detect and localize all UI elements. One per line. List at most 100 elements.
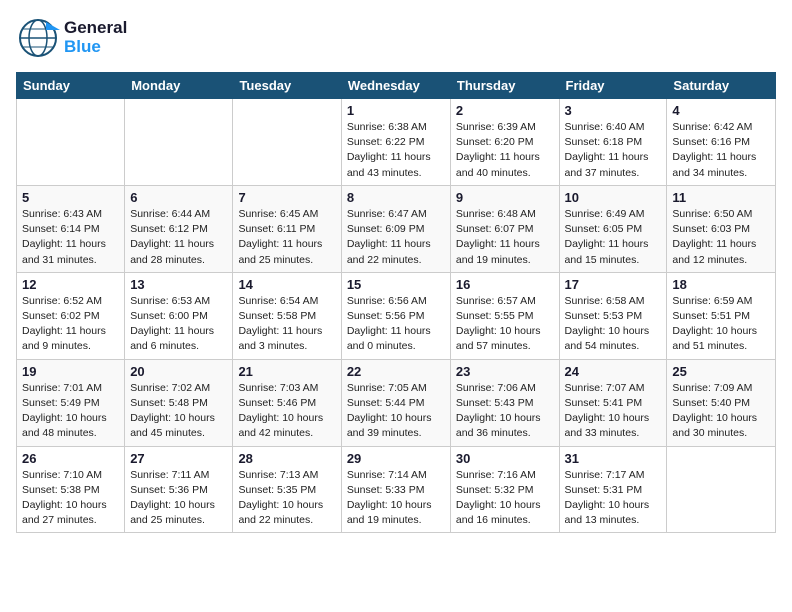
day-number: 17 bbox=[565, 277, 662, 292]
day-number: 5 bbox=[22, 190, 119, 205]
day-info: Sunrise: 7:07 AM Sunset: 5:41 PM Dayligh… bbox=[565, 381, 662, 442]
page-header: General Blue bbox=[16, 16, 776, 60]
day-number: 1 bbox=[347, 103, 445, 118]
day-number: 11 bbox=[672, 190, 770, 205]
day-number: 28 bbox=[238, 451, 335, 466]
calendar-cell: 10 Sunrise: 6:49 AM Sunset: 6:05 PM Dayli… bbox=[559, 185, 667, 272]
day-number: 4 bbox=[672, 103, 770, 118]
day-number: 10 bbox=[565, 190, 662, 205]
weekday-header-wednesday: Wednesday bbox=[341, 73, 450, 99]
calendar-cell: 14 Sunrise: 6:54 AM Sunset: 5:58 PM Dayli… bbox=[233, 272, 341, 359]
week-row-5: 26Sunrise: 7:10 AM Sunset: 5:38 PM Dayli… bbox=[17, 446, 776, 533]
calendar-cell: 15 Sunrise: 6:56 AM Sunset: 5:56 PM Dayli… bbox=[341, 272, 450, 359]
calendar-cell: 9 Sunrise: 6:48 AM Sunset: 6:07 PM Daylig… bbox=[450, 185, 559, 272]
day-number: 21 bbox=[238, 364, 335, 379]
day-info: Sunrise: 7:16 AM Sunset: 5:32 PM Dayligh… bbox=[456, 468, 554, 529]
day-info: Sunrise: 7:06 AM Sunset: 5:43 PM Dayligh… bbox=[456, 381, 554, 442]
day-number: 26 bbox=[22, 451, 119, 466]
day-number: 9 bbox=[456, 190, 554, 205]
day-number: 6 bbox=[130, 190, 227, 205]
day-number: 15 bbox=[347, 277, 445, 292]
day-number: 29 bbox=[347, 451, 445, 466]
calendar-cell: 23 Sunrise: 7:06 AM Sunset: 5:43 PM Dayli… bbox=[450, 359, 559, 446]
calendar-cell: 31Sunrise: 7:17 AM Sunset: 5:31 PM Dayli… bbox=[559, 446, 667, 533]
day-number: 22 bbox=[347, 364, 445, 379]
day-info: Sunrise: 6:57 AM Sunset: 5:55 PM Dayligh… bbox=[456, 294, 554, 355]
day-info: Sunrise: 6:38 AM Sunset: 6:22 PM Dayligh… bbox=[347, 120, 445, 181]
day-info: Sunrise: 6:53 AM Sunset: 6:00 PM Dayligh… bbox=[130, 294, 227, 355]
calendar-cell: 2 Sunrise: 6:39 AM Sunset: 6:20 PM Daylig… bbox=[450, 99, 559, 186]
day-info: Sunrise: 6:52 AM Sunset: 6:02 PM Dayligh… bbox=[22, 294, 119, 355]
day-info: Sunrise: 6:48 AM Sunset: 6:07 PM Dayligh… bbox=[456, 207, 554, 268]
day-number: 2 bbox=[456, 103, 554, 118]
day-info: Sunrise: 6:42 AM Sunset: 6:16 PM Dayligh… bbox=[672, 120, 770, 181]
calendar-cell: 17 Sunrise: 6:58 AM Sunset: 5:53 PM Dayli… bbox=[559, 272, 667, 359]
day-info: Sunrise: 7:17 AM Sunset: 5:31 PM Dayligh… bbox=[565, 468, 662, 529]
week-row-2: 5 Sunrise: 6:43 AM Sunset: 6:14 PM Daylig… bbox=[17, 185, 776, 272]
day-number: 12 bbox=[22, 277, 119, 292]
day-number: 23 bbox=[456, 364, 554, 379]
weekday-header-row: SundayMondayTuesdayWednesdayThursdayFrid… bbox=[17, 73, 776, 99]
calendar-cell: 4 Sunrise: 6:42 AM Sunset: 6:16 PM Daylig… bbox=[667, 99, 776, 186]
weekday-header-friday: Friday bbox=[559, 73, 667, 99]
day-info: Sunrise: 7:01 AM Sunset: 5:49 PM Dayligh… bbox=[22, 381, 119, 442]
calendar-cell: 20Sunrise: 7:02 AM Sunset: 5:48 PM Dayli… bbox=[125, 359, 233, 446]
calendar-cell: 29Sunrise: 7:14 AM Sunset: 5:33 PM Dayli… bbox=[341, 446, 450, 533]
day-info: Sunrise: 6:44 AM Sunset: 6:12 PM Dayligh… bbox=[130, 207, 227, 268]
day-info: Sunrise: 6:59 AM Sunset: 5:51 PM Dayligh… bbox=[672, 294, 770, 355]
day-info: Sunrise: 6:43 AM Sunset: 6:14 PM Dayligh… bbox=[22, 207, 119, 268]
week-row-3: 12 Sunrise: 6:52 AM Sunset: 6:02 PM Dayli… bbox=[17, 272, 776, 359]
day-info: Sunrise: 6:39 AM Sunset: 6:20 PM Dayligh… bbox=[456, 120, 554, 181]
logo: General Blue bbox=[16, 16, 127, 60]
day-info: Sunrise: 6:54 AM Sunset: 5:58 PM Dayligh… bbox=[238, 294, 335, 355]
day-info: Sunrise: 6:47 AM Sunset: 6:09 PM Dayligh… bbox=[347, 207, 445, 268]
day-info: Sunrise: 6:45 AM Sunset: 6:11 PM Dayligh… bbox=[238, 207, 335, 268]
calendar-cell: 28 Sunrise: 7:13 AM Sunset: 5:35 PM Dayli… bbox=[233, 446, 341, 533]
calendar-cell: 13Sunrise: 6:53 AM Sunset: 6:00 PM Dayli… bbox=[125, 272, 233, 359]
day-number: 24 bbox=[565, 364, 662, 379]
calendar-cell bbox=[233, 99, 341, 186]
calendar-cell: 27Sunrise: 7:11 AM Sunset: 5:36 PM Dayli… bbox=[125, 446, 233, 533]
week-row-4: 19Sunrise: 7:01 AM Sunset: 5:49 PM Dayli… bbox=[17, 359, 776, 446]
day-number: 8 bbox=[347, 190, 445, 205]
day-info: Sunrise: 6:56 AM Sunset: 5:56 PM Dayligh… bbox=[347, 294, 445, 355]
day-number: 25 bbox=[672, 364, 770, 379]
calendar-cell bbox=[125, 99, 233, 186]
day-number: 27 bbox=[130, 451, 227, 466]
day-info: Sunrise: 7:13 AM Sunset: 5:35 PM Dayligh… bbox=[238, 468, 335, 529]
day-number: 30 bbox=[456, 451, 554, 466]
day-number: 14 bbox=[238, 277, 335, 292]
calendar-cell: 3Sunrise: 6:40 AM Sunset: 6:18 PM Daylig… bbox=[559, 99, 667, 186]
calendar-cell: 7 Sunrise: 6:45 AM Sunset: 6:11 PM Daylig… bbox=[233, 185, 341, 272]
calendar-cell bbox=[17, 99, 125, 186]
calendar-cell: 30 Sunrise: 7:16 AM Sunset: 5:32 PM Dayli… bbox=[450, 446, 559, 533]
calendar-cell: 24 Sunrise: 7:07 AM Sunset: 5:41 PM Dayli… bbox=[559, 359, 667, 446]
day-number: 20 bbox=[130, 364, 227, 379]
day-number: 16 bbox=[456, 277, 554, 292]
logo-text: General Blue bbox=[64, 19, 127, 56]
day-info: Sunrise: 6:50 AM Sunset: 6:03 PM Dayligh… bbox=[672, 207, 770, 268]
weekday-header-thursday: Thursday bbox=[450, 73, 559, 99]
day-info: Sunrise: 6:49 AM Sunset: 6:05 PM Dayligh… bbox=[565, 207, 662, 268]
calendar-cell: 16 Sunrise: 6:57 AM Sunset: 5:55 PM Dayli… bbox=[450, 272, 559, 359]
calendar-cell: 11 Sunrise: 6:50 AM Sunset: 6:03 PM Dayli… bbox=[667, 185, 776, 272]
calendar-cell: 18Sunrise: 6:59 AM Sunset: 5:51 PM Dayli… bbox=[667, 272, 776, 359]
calendar-cell: 5 Sunrise: 6:43 AM Sunset: 6:14 PM Daylig… bbox=[17, 185, 125, 272]
day-info: Sunrise: 7:05 AM Sunset: 5:44 PM Dayligh… bbox=[347, 381, 445, 442]
calendar-table: SundayMondayTuesdayWednesdayThursdayFrid… bbox=[16, 72, 776, 533]
weekday-header-tuesday: Tuesday bbox=[233, 73, 341, 99]
calendar-cell: 19Sunrise: 7:01 AM Sunset: 5:49 PM Dayli… bbox=[17, 359, 125, 446]
calendar-cell: 25 Sunrise: 7:09 AM Sunset: 5:40 PM Dayli… bbox=[667, 359, 776, 446]
day-info: Sunrise: 7:03 AM Sunset: 5:46 PM Dayligh… bbox=[238, 381, 335, 442]
day-number: 3 bbox=[565, 103, 662, 118]
calendar-cell: 1 Sunrise: 6:38 AM Sunset: 6:22 PM Daylig… bbox=[341, 99, 450, 186]
calendar-cell bbox=[667, 446, 776, 533]
week-row-1: 1 Sunrise: 6:38 AM Sunset: 6:22 PM Daylig… bbox=[17, 99, 776, 186]
day-info: Sunrise: 7:09 AM Sunset: 5:40 PM Dayligh… bbox=[672, 381, 770, 442]
calendar-cell: 21 Sunrise: 7:03 AM Sunset: 5:46 PM Dayli… bbox=[233, 359, 341, 446]
calendar-cell: 26Sunrise: 7:10 AM Sunset: 5:38 PM Dayli… bbox=[17, 446, 125, 533]
day-info: Sunrise: 6:58 AM Sunset: 5:53 PM Dayligh… bbox=[565, 294, 662, 355]
day-number: 7 bbox=[238, 190, 335, 205]
calendar-cell: 22 Sunrise: 7:05 AM Sunset: 5:44 PM Dayli… bbox=[341, 359, 450, 446]
weekday-header-saturday: Saturday bbox=[667, 73, 776, 99]
